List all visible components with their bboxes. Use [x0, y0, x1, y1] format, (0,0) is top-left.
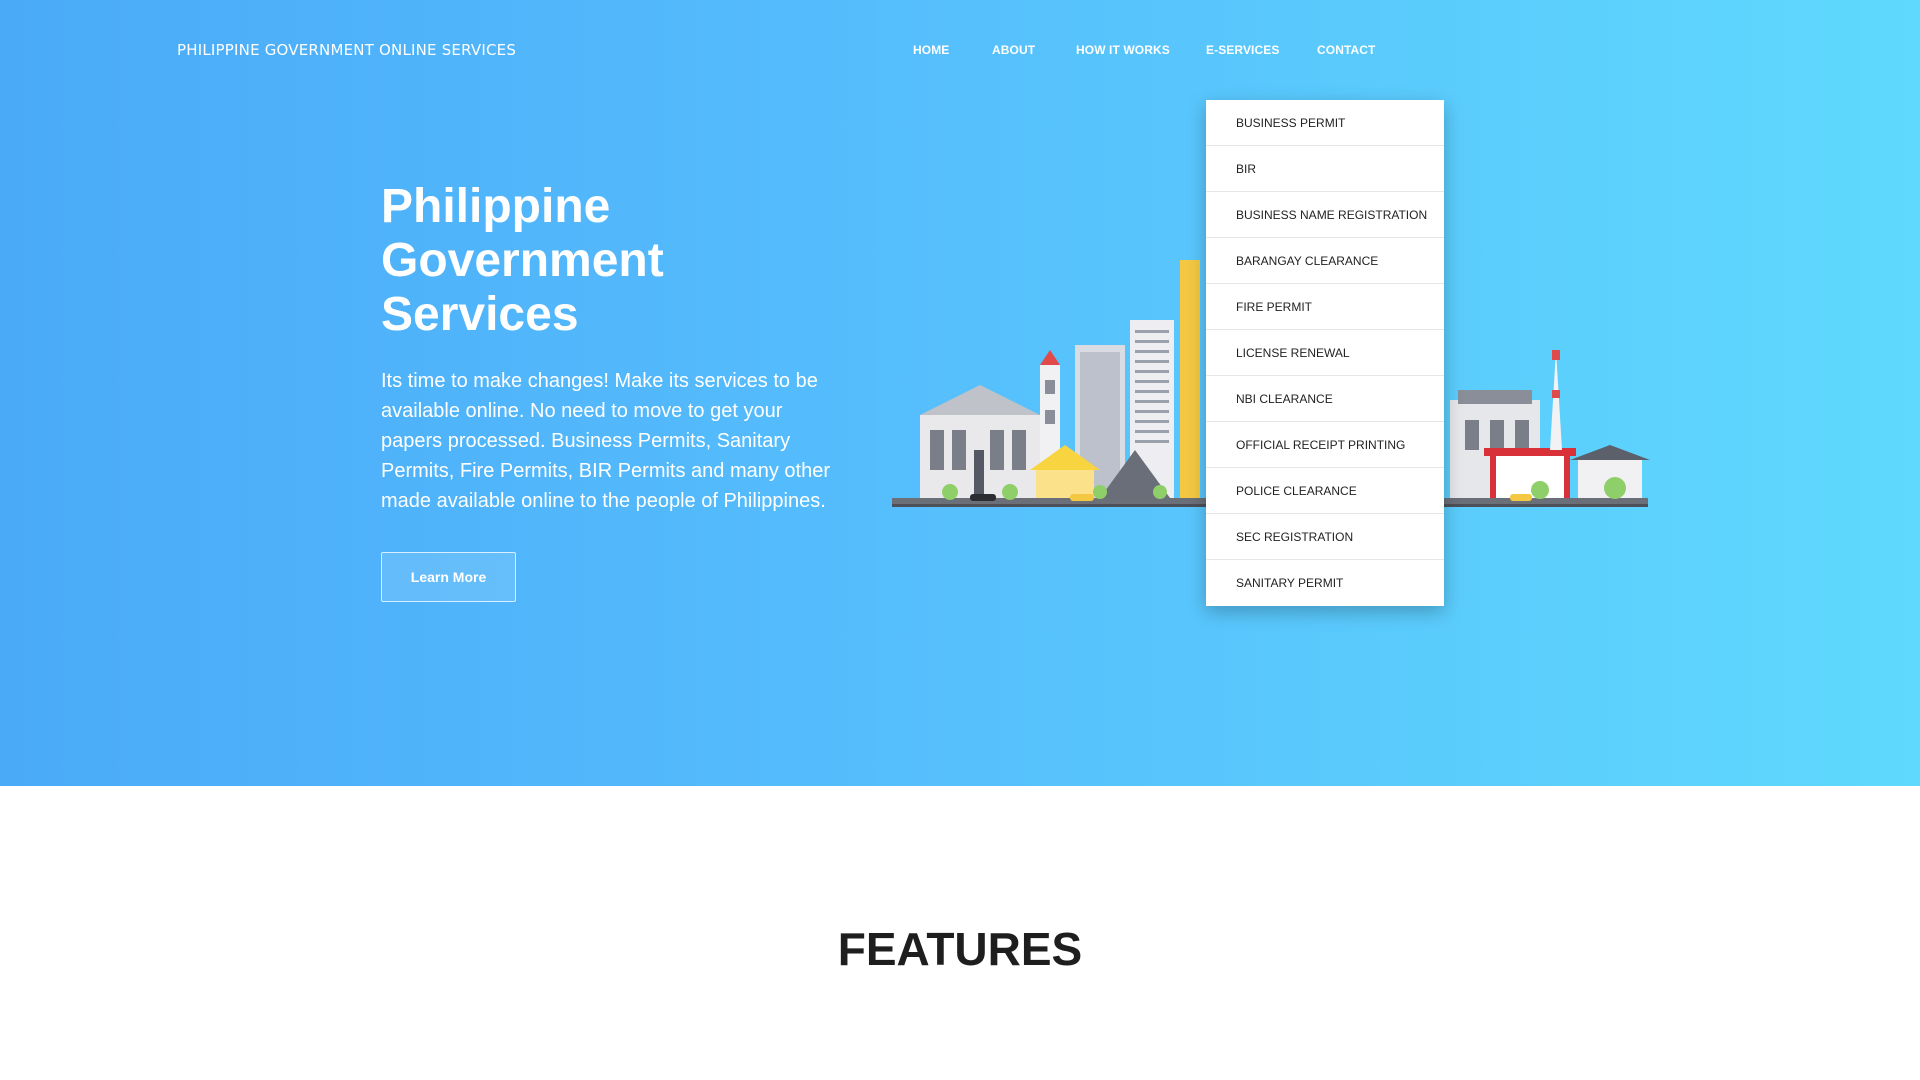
dropdown-item-license-renewal[interactable]: LICENSE RENEWAL	[1206, 330, 1444, 376]
hero-title-line: Philippine	[381, 180, 611, 233]
dropdown-item-nbi-clearance[interactable]: NBI CLEARANCE	[1206, 376, 1444, 422]
features-heading: FEATURES	[837, 923, 1083, 975]
dropdown-item-barangay-clearance[interactable]: BARANGAY CLEARANCE	[1206, 238, 1444, 284]
nav-contact[interactable]: CONTACT	[1317, 43, 1375, 57]
nav-home[interactable]: HOME	[913, 43, 949, 57]
dropdown-item-police-clearance[interactable]: POLICE CLEARANCE	[1206, 468, 1444, 514]
hero-title: Philippine Government Services	[381, 180, 801, 342]
dropdown-item-sec-registration[interactable]: SEC REGISTRATION	[1206, 514, 1444, 560]
hero-description: Its time to make changes! Make its servi…	[381, 370, 831, 512]
nav-e-services[interactable]: E-SERVICES	[1206, 43, 1279, 57]
nav-about[interactable]: ABOUT	[992, 43, 1035, 57]
e-services-dropdown: BUSINESS PERMIT BIR BUSINESS NAME REGIST…	[1206, 100, 1444, 606]
dropdown-item-business-name-registration[interactable]: BUSINESS NAME REGISTRATION	[1206, 192, 1444, 238]
nav-how-it-works[interactable]: HOW IT WORKS	[1076, 43, 1170, 57]
dropdown-item-sanitary-permit[interactable]: SANITARY PERMIT	[1206, 560, 1444, 606]
dropdown-item-official-receipt-printing[interactable]: OFFICIAL RECEIPT PRINTING	[1206, 422, 1444, 468]
hero-section: PHILIPPINE GOVERNMENT ONLINE SERVICES HO…	[0, 0, 1920, 786]
dropdown-item-bir[interactable]: BIR	[1206, 146, 1444, 192]
learn-more-button[interactable]: Learn More	[381, 552, 516, 602]
dropdown-item-fire-permit[interactable]: FIRE PERMIT	[1206, 284, 1444, 330]
site-brand[interactable]: PHILIPPINE GOVERNMENT ONLINE SERVICES	[177, 41, 516, 59]
hero-title-line: Services	[381, 288, 579, 341]
hero-title-line: Government	[381, 234, 664, 287]
dropdown-item-business-permit[interactable]: BUSINESS PERMIT	[1206, 100, 1444, 146]
